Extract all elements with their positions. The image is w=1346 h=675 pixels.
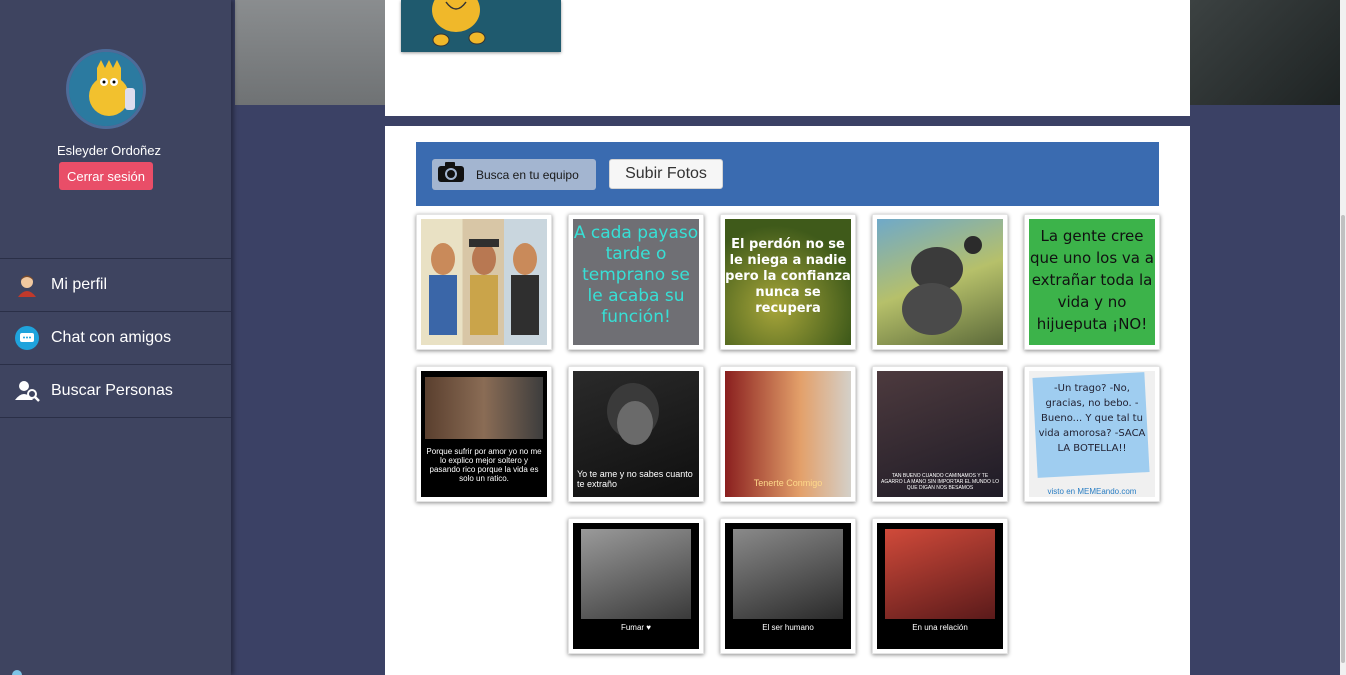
cover-photo-left [235,0,385,105]
photo-text: A cada payaso tarde o temprano se le aca… [573,223,699,327]
gallery-photo[interactable]: -Un trago? -No, gracias, no bebo. -Bueno… [1024,366,1160,502]
sidebar: Esleyder Ordoñez Cerrar sesión Mi perfil [0,0,231,675]
gallery-photo[interactable]: El perdón no se le niega a nadie pero la… [720,214,856,350]
photo-caption: El ser humano [762,623,814,632]
photo-caption: Porque sufrir por amor yo no me lo expli… [426,447,542,483]
user-name: Esleyder Ordoñez [56,143,162,158]
avatar[interactable] [66,49,146,129]
upload-photos-button[interactable]: Subir Fotos [609,159,723,189]
gallery-photo[interactable]: La gente cree que uno los va a extrañar … [1024,214,1160,350]
gallery-photo[interactable] [872,214,1008,350]
photo-caption: En una relación [912,623,968,632]
sidebar-item-chat[interactable]: Chat con amigos [0,312,231,365]
scrollbar-thumb[interactable] [1341,215,1345,663]
chat-icon [14,325,40,351]
photo-text: La gente cree que uno los va a extrañar … [1030,227,1154,333]
photo-caption: Tenerte Conmigo [753,478,823,488]
sidebar-item-search-people[interactable]: Buscar Personas [0,365,231,418]
gallery-photo[interactable]: Porque sufrir por amor yo no me lo expli… [416,366,552,502]
gallery-photo[interactable] [416,214,552,350]
sidebar-nav: Mi perfil Chat con amigos Buscar Persona… [0,258,231,418]
photo-caption: Yo te ame y no sabes cuanto te extraño [577,469,693,489]
browse-files-button[interactable]: Busca en tu equipo [432,159,596,190]
user-icon [14,272,40,298]
gallery-photo[interactable]: Yo te ame y no sabes cuanto te extraño [568,366,704,502]
post-card [385,0,1190,116]
gallery-photo[interactable]: A cada payaso tarde o temprano se le aca… [568,214,704,350]
gallery-photo[interactable]: Tenerte Conmigo [720,366,856,502]
upload-toolbar: Busca en tu equipo Subir Fotos [416,142,1159,206]
gallery-photo[interactable]: En una relación [872,518,1008,654]
status-dot [12,670,22,675]
sidebar-item-label: Buscar Personas [51,382,173,399]
post-image[interactable] [401,0,561,52]
sidebar-item-label: Mi perfil [51,276,108,293]
browse-files-label: Busca en tu equipo [476,167,579,182]
photo-caption: TAN BUENO CUANDO CAMINAMOS Y TE AGARRO L… [881,473,999,491]
photo-text: -Un trago? -No, gracias, no bebo. -Bueno… [1038,383,1146,454]
photo-footer: visto en MEMEando.com [1047,487,1137,496]
photo-caption: Fumar ♥ [620,623,652,632]
logout-button[interactable]: Cerrar sesión [59,162,153,190]
gallery-photo[interactable]: El ser humano [720,518,856,654]
photo-text: El perdón no se le niega a nadie pero la… [725,237,851,316]
sidebar-item-profile[interactable]: Mi perfil [0,259,231,312]
gallery-photo[interactable]: Fumar ♥ [568,518,704,654]
people-search-icon [14,378,40,404]
cover-photo-right [1190,0,1340,105]
sidebar-item-label: Chat con amigos [51,329,172,346]
gallery-photo[interactable]: TAN BUENO CUANDO CAMINAMOS Y TE AGARRO L… [872,366,1008,502]
camera-icon [436,161,466,188]
photo-gallery-card: Busca en tu equipo Subir Fotos A cada pa… [385,126,1190,675]
